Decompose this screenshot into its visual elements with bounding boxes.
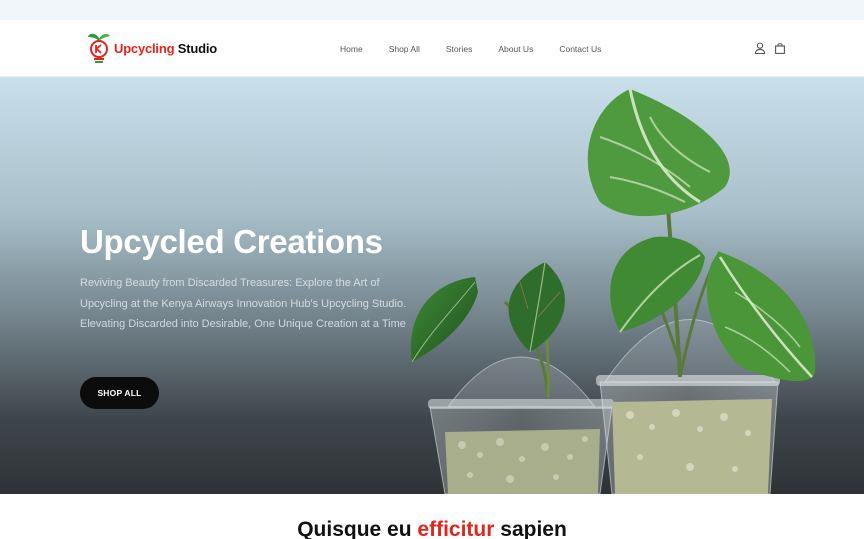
site-header: Upcycling Studio Home Shop All Stories A…	[0, 20, 864, 77]
hero-subtitle: Reviving Beauty from Discarded Treasures…	[80, 277, 407, 330]
brand-name: Upcycling Studio	[114, 41, 217, 56]
section-heading-part1: Quisque eu	[297, 518, 412, 539]
nav-contact-us[interactable]: Contact Us	[559, 44, 601, 54]
nav-about-us[interactable]: About Us	[498, 44, 533, 54]
nav-stories[interactable]: Stories	[446, 44, 472, 54]
nav-shop-all[interactable]: Shop All	[389, 44, 420, 54]
section-heading-part2: sapien	[500, 518, 567, 539]
brand-logo-link[interactable]: Upcycling Studio	[86, 32, 217, 64]
brand-logo-icon	[86, 32, 112, 64]
section-heading: Quisque eu efficitur sapien	[0, 518, 864, 539]
brand-name-part2: Studio	[177, 40, 217, 56]
shopping-bag-icon[interactable]	[773, 41, 787, 55]
main-nav: Home Shop All Stories About Us Contact U…	[340, 20, 627, 77]
hero-banner: Upcycled Creations Reviving Beauty from …	[0, 77, 864, 494]
section-heading-accent: efficitur	[417, 518, 495, 539]
user-icon[interactable]	[753, 41, 767, 55]
nav-home[interactable]: Home	[340, 44, 363, 54]
shop-all-button[interactable]: SHOP ALL	[80, 377, 159, 409]
brand-name-part1: Upcycling	[114, 40, 175, 56]
hero-title: Upcycled Creations	[80, 223, 383, 260]
announcement-bar	[0, 0, 864, 20]
